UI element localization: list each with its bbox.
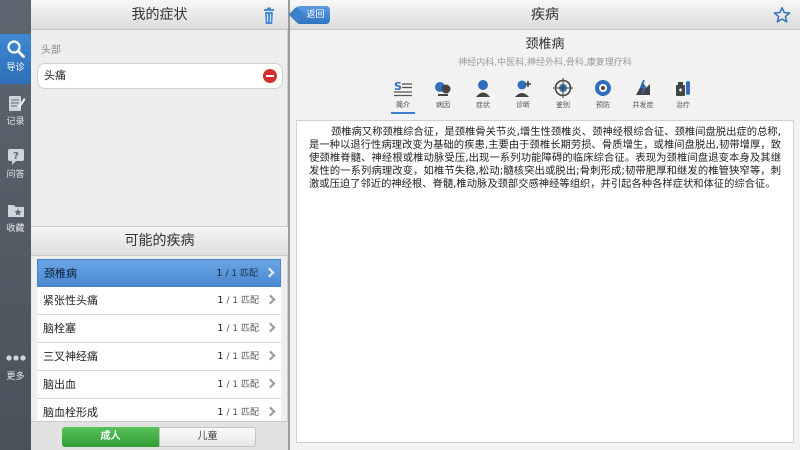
match-count: 1 / 1 匹配 [217, 351, 259, 362]
match-count: 1 / 1 匹配 [216, 268, 258, 279]
rail-item-more[interactable]: 更多 [0, 343, 31, 393]
tab-prevention[interactable]: 预防 [585, 74, 621, 114]
tab-complication[interactable]: 并发症 [625, 74, 661, 114]
tab-label: 预防 [596, 101, 610, 109]
nav-rail: 导诊 记录 ? 问答 收藏 更多 [0, 0, 31, 450]
rail-item-label: 问答 [6, 170, 25, 180]
rail-item-records[interactable]: 记录 [0, 88, 31, 138]
disease-name: 三叉神经痛 [43, 350, 98, 363]
match-count: 1 / 1 匹配 [217, 295, 259, 306]
age-segment-control: 成人 儿童 [31, 421, 288, 450]
symptom-item[interactable]: 头痛 [37, 63, 283, 89]
cause-icon [435, 82, 451, 96]
tab-label: 治疗 [676, 101, 690, 109]
diseases-header: 可能的疾病 [31, 226, 288, 256]
diseases-title: 可能的疾病 [124, 233, 195, 249]
back-button[interactable]: 返回 [296, 6, 330, 24]
disease-row[interactable]: 脑栓塞 1 / 1 匹配 [37, 315, 281, 343]
disease-row[interactable]: 紧张性头痛 1 / 1 匹配 [37, 287, 281, 315]
more-dots-icon [5, 347, 27, 369]
match-count: 1 / 1 匹配 [217, 379, 259, 390]
diagnosis-icon [515, 80, 531, 97]
departments: 神经内科,中医科,神经外科,骨科,康复理疗科 [458, 58, 632, 68]
prevention-icon [595, 80, 611, 96]
chevron-right-icon [265, 294, 276, 305]
tab-differential[interactable]: 鉴别 [545, 74, 581, 114]
rail-item-qa[interactable]: ? 问答 [0, 141, 31, 191]
remove-icon[interactable] [263, 69, 277, 83]
tab-label: 病因 [436, 101, 450, 109]
tab-label: 简介 [396, 101, 410, 109]
differential-icon [553, 78, 573, 98]
svg-text:?: ? [13, 151, 19, 162]
tab-treatment[interactable]: 治疗 [665, 74, 701, 114]
question-chat-icon: ? [5, 145, 27, 167]
chevron-right-icon [265, 350, 276, 361]
tab-cause[interactable]: 病因 [425, 74, 461, 114]
match-count: 1 / 1 匹配 [217, 407, 259, 418]
disease-row[interactable]: 脑出血 1 / 1 匹配 [37, 371, 281, 399]
svg-text:S: S [394, 80, 402, 93]
disease-row[interactable]: 脑血栓形成 1 / 1 匹配 [37, 399, 281, 421]
symptoms-title: 我的症状 [131, 7, 188, 23]
trash-icon[interactable] [261, 6, 277, 24]
detail-title: 疾病 [531, 7, 559, 23]
symptom-name: 头痛 [44, 69, 66, 82]
disease-list: 颈椎病 1 / 1 匹配 紧张性头痛 1 / 1 匹配 脑栓塞 1 / 1 匹配… [37, 259, 281, 421]
disease-row[interactable]: 三叉神经痛 1 / 1 匹配 [37, 343, 281, 371]
disease-name: 脑出血 [43, 378, 76, 391]
chevron-right-icon [265, 378, 276, 389]
star-icon[interactable] [773, 5, 791, 23]
rail-item-label: 导诊 [6, 63, 25, 73]
treatment-icon [676, 81, 690, 96]
symptoms-header: 我的症状 [31, 0, 288, 30]
tab-label: 并发症 [632, 101, 654, 109]
match-count: 1 / 1 匹配 [217, 323, 259, 334]
chevron-right-icon [265, 406, 276, 417]
disease-row[interactable]: 颈椎病 1 / 1 匹配 [37, 259, 281, 287]
tab-symptom[interactable]: 症状 [465, 74, 501, 114]
rail-item-label: 收藏 [6, 224, 25, 234]
symptoms-panel: 我的症状 头部 头痛 可能的疾病 颈椎病 1 / 1 匹配 紧张性头痛 1 / … [31, 0, 288, 450]
disease-description: 颈椎病又称颈椎综合征，是颈椎骨关节炎,增生性颈椎炎、颈神经根综合征、颈椎间盘脱出… [296, 120, 794, 443]
rail-item-label: 记录 [6, 117, 25, 127]
tab-label: 诊断 [516, 101, 530, 109]
disease-name: 脑栓塞 [43, 322, 76, 335]
search-icon [5, 38, 27, 60]
disease-name: 紧张性头痛 [43, 294, 98, 307]
symptom-section-label: 头部 [41, 45, 61, 56]
chevron-right-icon [265, 322, 276, 333]
tab-diagnosis[interactable]: 诊断 [505, 74, 541, 114]
child-tab[interactable]: 儿童 [159, 427, 256, 447]
app-window: 导诊 记录 ? 问答 收藏 更多 我的症状 头部 头痛 可能的疾病 颈椎病 1 … [0, 0, 800, 450]
symptom-icon [476, 80, 490, 97]
chevron-right-icon [264, 267, 275, 278]
rail-item-guide[interactable]: 导诊 [0, 34, 31, 84]
disease-name: 脑血栓形成 [43, 406, 98, 419]
tab-label: 鉴别 [556, 101, 570, 109]
adult-tab[interactable]: 成人 [62, 427, 159, 447]
detail-tabs: S 简介 病因 症状 诊断 鉴别 预防 并发症 治疗 [385, 74, 705, 114]
detail-header: 疾病 返回 [290, 0, 800, 30]
rail-item-label: 更多 [6, 372, 25, 382]
complication-icon [636, 79, 650, 95]
tab-intro[interactable]: S 简介 [385, 74, 421, 114]
star-folder-icon [5, 199, 27, 221]
disease-title: 颈椎病 [525, 37, 565, 52]
disease-name: 颈椎病 [44, 267, 77, 280]
intro-icon: S [394, 80, 412, 97]
tab-label: 症状 [476, 101, 490, 109]
disease-detail-panel: 疾病 返回 颈椎病 神经内科,中医科,神经外科,骨科,康复理疗科 S 简介 病因… [290, 0, 800, 450]
notebook-icon [5, 92, 27, 114]
rail-item-favorites[interactable]: 收藏 [0, 195, 31, 245]
